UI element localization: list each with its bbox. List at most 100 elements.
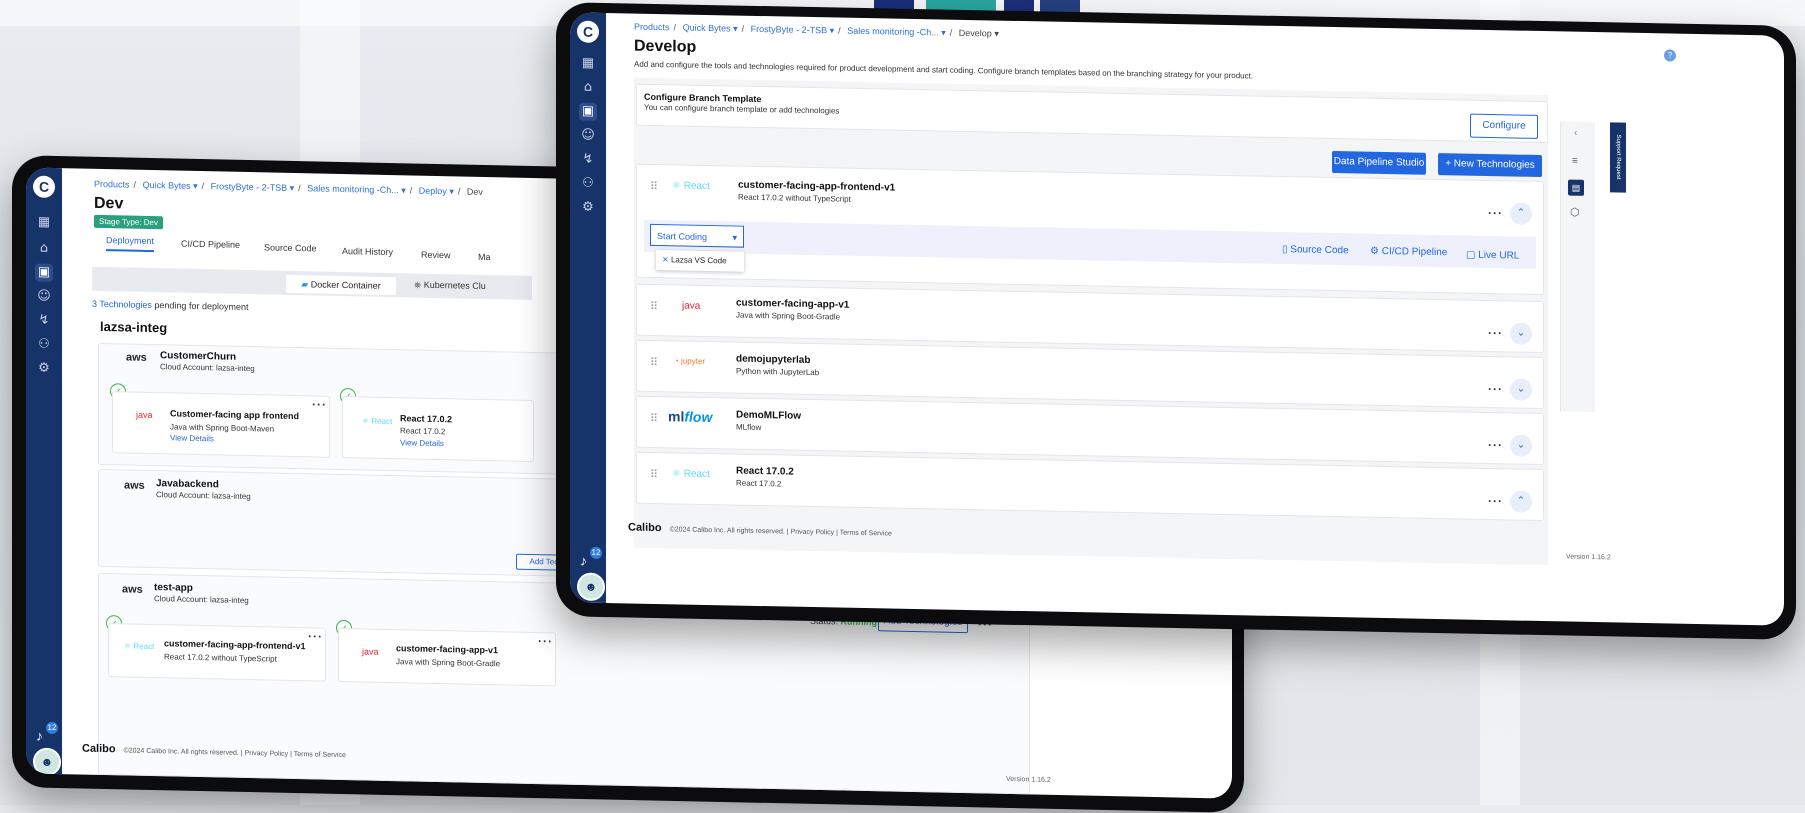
calibo-logo-icon: C (33, 175, 55, 198)
jupyter-logo-icon: ◔ jupyter (674, 356, 706, 366)
crumb-frostybyte[interactable]: FrostyByte - 2-TSB ▾ (751, 24, 835, 36)
view-details-link[interactable]: View Details (400, 438, 444, 448)
chevron-down-icon: ▾ (732, 232, 737, 243)
source-code-link[interactable]: ▯ Source Code (1282, 244, 1349, 256)
tab-cicd[interactable]: CI/CD Pipeline (181, 239, 240, 250)
notification-count: 12 (46, 721, 58, 735)
more-options-icon[interactable]: ··· (308, 629, 323, 643)
dashboard-icon[interactable]: ▦ (35, 214, 53, 232)
develop-icon[interactable]: ▣ (35, 263, 53, 282)
tab-source-code[interactable]: Source Code (264, 242, 317, 253)
privacy-link[interactable]: Privacy Policy (791, 529, 835, 537)
tab-review[interactable]: Review (421, 250, 451, 261)
java-logo-icon: java (136, 409, 153, 421)
technology-sub: Python with JupyterLab (736, 366, 820, 378)
tech-card-title: React 17.0.2 (400, 413, 453, 425)
products-icon[interactable]: ⌂ (35, 240, 53, 258)
drag-handle-icon[interactable]: ⠿ (650, 356, 658, 369)
java-logo-icon: java (682, 300, 701, 312)
more-options-icon[interactable]: ··· (1488, 206, 1503, 220)
tab-more[interactable]: Ma (478, 252, 491, 262)
support-request-tab[interactable]: Support Request (1610, 122, 1626, 193)
integrations-icon[interactable]: ⚇ (35, 336, 53, 354)
chevron-down-icon[interactable]: ⌄ (1510, 378, 1532, 401)
analytics-icon[interactable]: ↯ (579, 151, 597, 169)
tab-audit-history[interactable]: Audit History (342, 246, 393, 257)
technology-name: demojupyterlab (736, 353, 811, 366)
analytics-icon[interactable]: ↯ (35, 312, 53, 330)
more-options-icon[interactable]: ··· (312, 397, 327, 411)
avatar[interactable]: ☻ (33, 747, 61, 777)
page-title: Develop (634, 37, 697, 56)
drag-handle-icon[interactable]: ⠿ (650, 300, 658, 313)
chevron-down-icon[interactable]: ⌄ (1510, 322, 1532, 345)
kubernetes-option[interactable]: ⎈ Kubernetes Clu (414, 280, 486, 293)
crumb-products[interactable]: Products (634, 22, 670, 33)
develop-icon[interactable]: ▣ (579, 102, 597, 121)
live-url-link[interactable]: ▢ Live URL (1466, 250, 1519, 262)
drag-handle-icon[interactable]: ⠿ (650, 180, 658, 193)
crumb-sales-monitoring[interactable]: Sales monitoring -Ch... ▾ (307, 183, 406, 195)
crumb-frostybyte[interactable]: FrostyByte - 2-TSB ▾ (211, 181, 295, 193)
more-options-icon[interactable]: ··· (1488, 382, 1503, 396)
more-options-icon[interactable]: ··· (1488, 438, 1503, 452)
terms-link[interactable]: Terms of Service (840, 530, 892, 538)
docker-label: Docker Container (310, 279, 381, 291)
team-icon[interactable]: ☺ (579, 127, 597, 145)
drag-handle-icon[interactable]: ⠿ (650, 412, 658, 425)
breadcrumb: Products / Quick Bytes ▾ / FrostyByte - 2-… (634, 21, 999, 39)
chevron-up-icon[interactable]: ⌃ (1510, 202, 1532, 225)
file-icon: ▯ (1282, 244, 1288, 256)
privacy-link[interactable]: Privacy Policy (245, 750, 289, 758)
account-name: CustomerChurn (160, 350, 237, 363)
tab-deployment[interactable]: Deployment (106, 235, 155, 253)
team-icon[interactable]: ☺ (35, 288, 53, 306)
crumb-quick-bytes[interactable]: Quick Bytes ▾ (683, 23, 738, 34)
technology-sub: MLflow (736, 422, 762, 433)
chevron-up-icon[interactable]: ⌃ (1510, 490, 1532, 513)
more-options-icon[interactable]: ··· (1488, 326, 1503, 340)
list-icon[interactable]: ≡ (1572, 156, 1578, 167)
configure-button[interactable]: Configure (1470, 113, 1538, 139)
aws-icon: aws (122, 583, 143, 596)
settings-icon[interactable]: ⚙ (579, 199, 597, 217)
api-icon[interactable]: ⬡ (1570, 206, 1580, 219)
crumb-deploy[interactable]: Deploy ▾ (419, 186, 454, 197)
settings-icon[interactable]: ⚙ (35, 360, 53, 378)
technology-name: DemoMLFlow (736, 409, 801, 422)
collapse-icon[interactable]: ‹ (1574, 128, 1577, 139)
drag-handle-icon[interactable]: ⠿ (650, 468, 658, 481)
notification-bell-icon[interactable]: ♪ 12 (36, 721, 58, 744)
crumb-products[interactable]: Products (94, 179, 130, 190)
aws-icon: aws (124, 479, 145, 492)
more-options-icon[interactable]: ··· (538, 634, 553, 648)
crumb-develop[interactable]: Develop ▾ (959, 28, 999, 39)
chat-icon[interactable]: ▤ (1568, 179, 1584, 196)
environment-name: lazsa-integ (100, 318, 168, 336)
technology-sub: React 17.0.2 (736, 478, 782, 489)
more-options-icon[interactable]: ··· (1488, 494, 1503, 508)
front-tablet: C ▦ ⌂ ▣ ☺ ↯ ⚇ ⚙ ♪ 12 ☻ Products / Quick By… (556, 2, 1796, 640)
tech-card-sub: React 17.0.2 (400, 426, 446, 437)
chevron-down-icon[interactable]: ⌄ (1510, 434, 1532, 457)
help-icon[interactable]: ? (1664, 49, 1676, 62)
calibo-logo-icon: C (577, 20, 599, 43)
crumb-sales-monitoring[interactable]: Sales monitoring -Ch... ▾ (847, 26, 946, 38)
crumb-quick-bytes[interactable]: Quick Bytes ▾ (143, 180, 198, 191)
avatar[interactable]: ☻ (577, 572, 605, 602)
view-details-link[interactable]: View Details (170, 433, 214, 443)
new-technologies-button[interactable]: + New Technologies (1438, 153, 1542, 178)
products-icon[interactable]: ⌂ (579, 79, 597, 97)
pending-count[interactable]: 3 Technologies (92, 299, 152, 310)
docker-container-option[interactable]: ▰ Docker Container (286, 274, 396, 296)
data-pipeline-studio-button[interactable]: Data Pipeline Studio (1332, 150, 1426, 175)
pending-label: pending for deployment (154, 300, 249, 313)
start-coding-select[interactable]: Start Coding ▾ (650, 223, 744, 248)
cicd-pipeline-link[interactable]: ⚙ CI/CD Pipeline (1370, 246, 1447, 258)
dashboard-icon[interactable]: ▦ (579, 55, 597, 73)
notification-bell-icon[interactable]: ♪ 12 (580, 546, 602, 569)
version-label: Version 1.16.2 (1566, 553, 1611, 562)
integrations-icon[interactable]: ⚇ (579, 175, 597, 193)
terms-link[interactable]: Terms of Service (294, 751, 346, 759)
ide-option[interactable]: ✕ Lazsa VS Code (656, 250, 744, 272)
